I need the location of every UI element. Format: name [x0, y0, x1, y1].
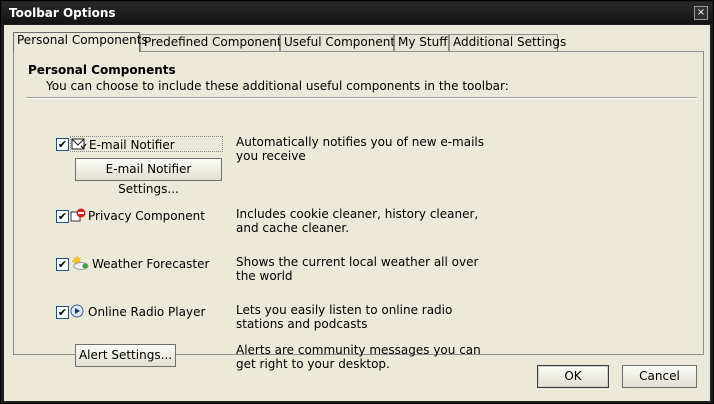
- privacy-component-description: Includes cookie cleaner, history cleaner…: [236, 207, 479, 235]
- cancel-button[interactable]: Cancel: [622, 365, 697, 388]
- title-bar[interactable]: Toolbar Options ×: [2, 2, 712, 24]
- alert-settings-button[interactable]: Alert Settings...: [75, 344, 176, 367]
- toolbar-options-window: Toolbar Options × Personal Components Pr…: [0, 0, 714, 404]
- tab-additional-settings[interactable]: Additional Settings: [449, 34, 566, 51]
- privacy-icon: [70, 208, 86, 222]
- email-notifier-checkbox[interactable]: ✔: [56, 138, 69, 151]
- tab-my-stuff[interactable]: My Stuff: [394, 34, 449, 51]
- online-radio-player-description: Lets you easily listen to online radio s…: [236, 303, 453, 331]
- tab-useful-components[interactable]: Useful Components: [280, 34, 401, 51]
- alert-description: Alerts are community messages you can ge…: [236, 343, 481, 371]
- panel-description: You can choose to include these addition…: [46, 79, 509, 93]
- privacy-component-label: Privacy Component: [88, 209, 205, 223]
- weather-forecaster-option[interactable]: Weather Forecaster: [70, 256, 209, 272]
- email-notifier-description: Automatically notifies you of new e-mail…: [236, 135, 485, 163]
- dialog-client-area: Personal Components Predefined Component…: [4, 25, 710, 401]
- privacy-component-option[interactable]: Privacy Component: [70, 208, 205, 224]
- online-radio-player-option[interactable]: Online Radio Player: [70, 304, 205, 320]
- email-icon: [71, 137, 87, 151]
- weather-forecaster-label: Weather Forecaster: [92, 257, 210, 271]
- online-radio-player-label: Online Radio Player: [88, 305, 206, 319]
- weather-icon: [70, 256, 90, 270]
- window-title: Toolbar Options: [9, 6, 116, 20]
- divider: [26, 97, 697, 99]
- email-notifier-settings-button[interactable]: E-mail Notifier Settings...: [75, 158, 222, 196]
- email-notifier-label: E-mail Notifier: [89, 138, 175, 152]
- personal-components-panel: Personal Components You can choose to in…: [13, 51, 704, 371]
- tab-predefined-components[interactable]: Predefined Components: [140, 34, 288, 51]
- online-radio-player-checkbox[interactable]: ✔: [56, 306, 69, 319]
- ok-button[interactable]: OK: [537, 365, 609, 388]
- weather-forecaster-description: Shows the current local weather all over…: [236, 255, 479, 283]
- email-notifier-option[interactable]: E-mail Notifier: [70, 136, 223, 152]
- tab-personal-components[interactable]: Personal Components: [13, 32, 148, 52]
- radio-play-icon: [70, 304, 86, 318]
- weather-forecaster-checkbox[interactable]: ✔: [56, 258, 69, 271]
- panel-title: Personal Components: [28, 63, 176, 77]
- close-button[interactable]: ×: [694, 6, 708, 20]
- privacy-component-checkbox[interactable]: ✔: [56, 210, 69, 223]
